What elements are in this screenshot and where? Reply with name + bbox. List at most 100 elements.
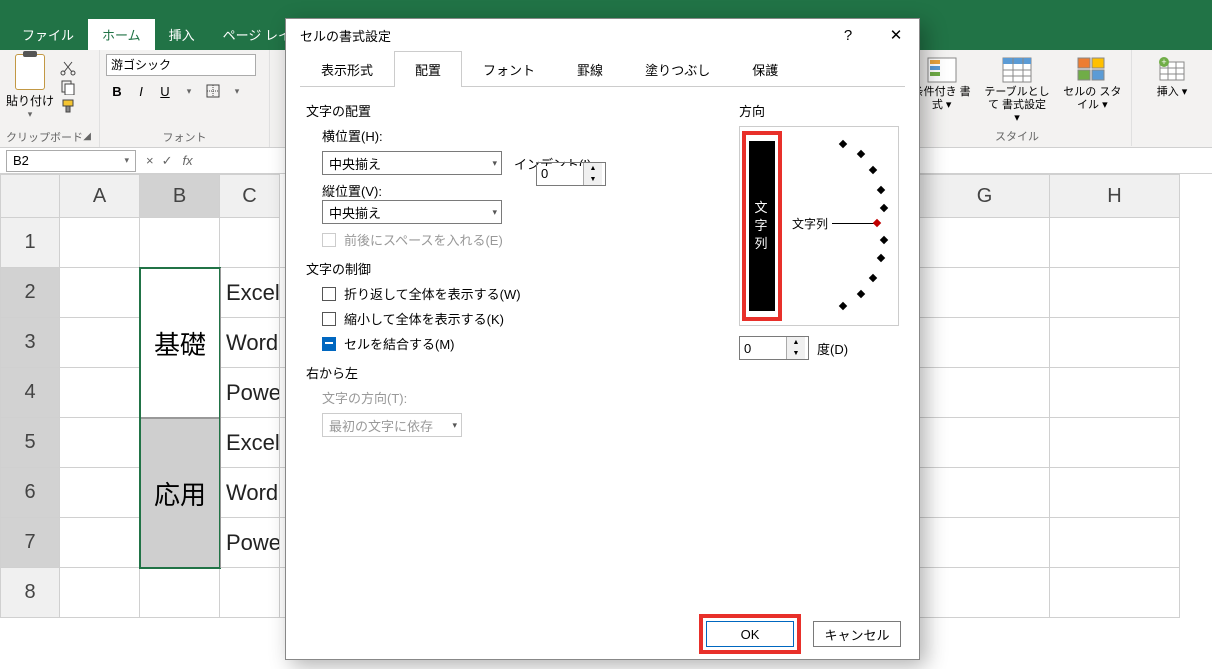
cell-A6[interactable] xyxy=(60,468,140,518)
cell-C8[interactable] xyxy=(220,568,280,618)
cell-C2[interactable]: Excel xyxy=(220,268,280,318)
clipboard-launcher[interactable]: ◢ xyxy=(83,131,93,142)
cell-H4[interactable] xyxy=(1050,368,1180,418)
cell-C1[interactable] xyxy=(220,218,280,268)
cell-A5[interactable] xyxy=(60,418,140,468)
cell-H7[interactable] xyxy=(1050,518,1180,568)
cell-C7[interactable]: PowerPoint xyxy=(220,518,280,568)
cell-G6[interactable] xyxy=(920,468,1050,518)
cell-H3[interactable] xyxy=(1050,318,1180,368)
formula-confirm-icon[interactable]: ✓ xyxy=(162,153,173,169)
formula-cancel-icon[interactable]: × xyxy=(146,153,154,169)
row-header-6[interactable]: 6 xyxy=(0,468,60,518)
degree-down[interactable]: ▼ xyxy=(787,348,805,359)
row-header-8[interactable]: 8 xyxy=(0,568,60,618)
cell-G2[interactable] xyxy=(920,268,1050,318)
degree-input[interactable] xyxy=(740,341,786,356)
cell-A7[interactable] xyxy=(60,518,140,568)
shrink-checkbox[interactable] xyxy=(322,312,336,326)
cell-A2[interactable] xyxy=(60,268,140,318)
cancel-button[interactable]: キャンセル xyxy=(813,621,901,647)
cell-B1[interactable] xyxy=(140,218,220,268)
cell-H1[interactable] xyxy=(1050,218,1180,268)
vertical-combo[interactable]: 中央揃え ▾ xyxy=(322,200,502,224)
cell-A3[interactable] xyxy=(60,318,140,368)
col-header-A[interactable]: A xyxy=(60,174,140,218)
indent-input[interactable] xyxy=(537,166,583,181)
paste-button[interactable]: 貼り付け ▾ xyxy=(6,54,54,120)
row-header-4[interactable]: 4 xyxy=(0,368,60,418)
col-header-H[interactable]: H xyxy=(1050,174,1180,218)
tab-file[interactable]: ファイル xyxy=(8,19,88,50)
cell-styles-button[interactable]: セルの スタイル ▾ xyxy=(1060,56,1125,126)
underline-dd[interactable]: ▾ xyxy=(178,80,200,102)
cell-A8[interactable] xyxy=(60,568,140,618)
dlg-tab-alignment[interactable]: 配置 xyxy=(394,51,462,87)
cell-C3[interactable]: Word xyxy=(220,318,280,368)
tab-home[interactable]: ホーム xyxy=(88,19,155,50)
fx-icon[interactable]: fx xyxy=(183,153,193,168)
tab-insert[interactable]: 挿入 xyxy=(155,19,209,50)
italic-button[interactable]: I xyxy=(130,80,152,102)
format-painter-icon[interactable] xyxy=(60,98,76,114)
dialog-close-button[interactable]: ✕ xyxy=(881,23,911,47)
border-dd[interactable]: ▾ xyxy=(226,80,248,102)
underline-button[interactable]: U xyxy=(154,80,176,102)
dial-handle[interactable] xyxy=(873,219,881,227)
cut-icon[interactable] xyxy=(60,60,76,76)
cell-G4[interactable] xyxy=(920,368,1050,418)
merged-B5B7[interactable]: 応用 xyxy=(140,418,220,568)
degree-spinner[interactable]: ▲ ▼ xyxy=(739,336,809,360)
insert-cells-button[interactable]: + 挿入 ▾ xyxy=(1138,56,1206,99)
cell-H5[interactable] xyxy=(1050,418,1180,468)
cell-G8[interactable] xyxy=(920,568,1050,618)
row-header-2[interactable]: 2 xyxy=(0,268,60,318)
cell-G7[interactable] xyxy=(920,518,1050,568)
row-header-3[interactable]: 3 xyxy=(0,318,60,368)
dlg-tab-protect[interactable]: 保護 xyxy=(731,51,799,87)
merged-B2B4[interactable]: 基礎 xyxy=(140,268,220,418)
cell-G3[interactable] xyxy=(920,318,1050,368)
col-header-B[interactable]: B xyxy=(140,174,220,218)
dlg-tab-number[interactable]: 表示形式 xyxy=(300,51,394,87)
wrap-checkbox[interactable] xyxy=(322,287,336,301)
ok-button[interactable]: OK xyxy=(706,621,794,647)
cell-H2[interactable] xyxy=(1050,268,1180,318)
indent-spinner[interactable]: ▲ ▼ xyxy=(536,162,606,186)
cell-A1[interactable] xyxy=(60,218,140,268)
cell-C6[interactable]: Word xyxy=(220,468,280,518)
cell-C4[interactable]: PowerPoint xyxy=(220,368,280,418)
indent-down[interactable]: ▼ xyxy=(584,174,602,185)
font-name-combo[interactable]: 游ゴシック xyxy=(106,54,256,76)
row-header-7[interactable]: 7 xyxy=(0,518,60,568)
cell-C5[interactable]: Excel xyxy=(220,418,280,468)
orientation-dial[interactable]: 文字列 xyxy=(784,127,898,325)
clipboard-icon xyxy=(15,54,45,90)
cell-H6[interactable] xyxy=(1050,468,1180,518)
format-table-button[interactable]: テーブルとして 書式設定 ▾ xyxy=(984,56,1049,126)
copy-icon[interactable] xyxy=(60,79,76,95)
cell-G5[interactable] xyxy=(920,418,1050,468)
cell-A4[interactable] xyxy=(60,368,140,418)
cell-H8[interactable] xyxy=(1050,568,1180,618)
col-header-C[interactable]: C xyxy=(220,174,280,218)
bold-button[interactable]: B xyxy=(106,80,128,102)
degree-up[interactable]: ▲ xyxy=(787,337,805,348)
horizontal-combo[interactable]: 中央揃え ▾ xyxy=(322,151,502,175)
cell-G1[interactable] xyxy=(920,218,1050,268)
dlg-tab-font[interactable]: フォント xyxy=(462,51,556,87)
clipboard-group: 貼り付け ▾ クリップボード ◢ xyxy=(0,50,100,147)
cell-B8[interactable] xyxy=(140,568,220,618)
dialog-help-button[interactable]: ? xyxy=(833,23,863,47)
row-header-1[interactable]: 1 xyxy=(0,218,60,268)
col-header-G[interactable]: G xyxy=(920,174,1050,218)
dlg-tab-fill[interactable]: 塗りつぶし xyxy=(624,51,731,87)
select-all-corner[interactable] xyxy=(0,174,60,218)
indent-up[interactable]: ▲ xyxy=(584,163,602,174)
name-box[interactable]: B2 ▾ xyxy=(6,150,136,172)
row-header-5[interactable]: 5 xyxy=(0,418,60,468)
border-button[interactable] xyxy=(202,80,224,102)
dlg-tab-border[interactable]: 罫線 xyxy=(556,51,624,87)
merge-checkbox[interactable] xyxy=(322,337,336,351)
name-box-dd-icon[interactable]: ▾ xyxy=(124,155,129,166)
